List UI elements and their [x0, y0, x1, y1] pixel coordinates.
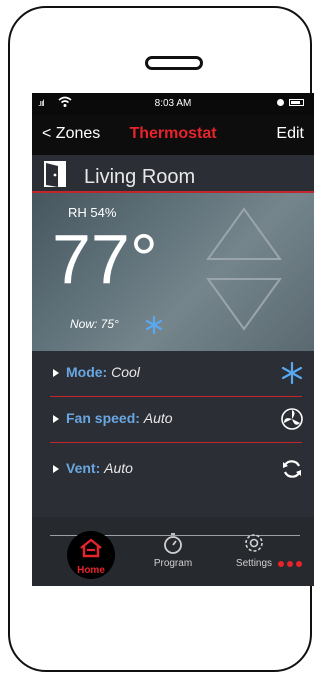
edit-button[interactable]: Edit — [276, 125, 304, 143]
vent-label: Vent: — [66, 460, 101, 476]
more-options-icon[interactable] — [277, 555, 303, 573]
decrease-temperature-button[interactable] — [204, 273, 284, 338]
tab-program[interactable]: Program — [149, 531, 197, 569]
humidity-reading: RH 54% — [68, 205, 117, 220]
tab-settings[interactable]: Settings — [228, 531, 280, 569]
fan-icon — [280, 407, 304, 436]
alarm-icon — [277, 99, 284, 106]
settings-list: Mode: Cool Fan speed: Auto Vent: Auto — [32, 351, 314, 517]
battery-icon — [289, 99, 304, 106]
vent-value: Auto — [104, 460, 133, 476]
door-icon — [42, 160, 68, 193]
home-icon — [78, 537, 104, 564]
back-button[interactable]: < Zones — [42, 125, 100, 143]
navigation-bar: < Zones Thermostat Edit — [32, 115, 314, 155]
row-divider — [50, 396, 302, 397]
room-name: Living Room — [84, 166, 196, 188]
status-bar: .ııl 8:03 AM — [32, 93, 314, 115]
current-temperature: Now: 75° — [70, 317, 119, 331]
fan-speed-value: Auto — [143, 410, 173, 426]
snowflake-icon — [280, 361, 304, 390]
stopwatch-icon — [161, 533, 185, 558]
back-label: Zones — [55, 125, 101, 142]
increase-temperature-button[interactable] — [204, 205, 284, 270]
tab-home-label: Home — [77, 565, 105, 576]
status-time: 8:03 AM — [154, 98, 192, 109]
gear-icon — [242, 534, 266, 558]
row-divider — [50, 442, 302, 443]
tab-program-label: Program — [153, 558, 193, 569]
tab-settings-label: Settings — [235, 558, 273, 569]
app-screen: .ııl 8:03 AM < Zones Thermostat Edit Liv… — [32, 93, 314, 586]
temperature-panel: RH 54% 77° Now: 75° — [32, 193, 314, 351]
mode-row[interactable]: Mode: Cool — [32, 355, 314, 393]
snowflake-icon — [145, 315, 163, 339]
fan-speed-row[interactable]: Fan speed: Auto — [32, 401, 314, 439]
setpoint-temperature: 77° — [52, 220, 158, 298]
refresh-icon — [280, 457, 304, 486]
fan-speed-label: Fan speed: — [66, 410, 140, 426]
expand-arrow-icon — [53, 465, 59, 473]
mode-label: Mode: — [66, 364, 108, 380]
expand-arrow-icon — [53, 369, 59, 377]
bottom-tab-bar: Home Program Settings — [32, 517, 314, 586]
speaker-slot — [145, 56, 203, 70]
vent-row[interactable]: Vent: Auto — [32, 451, 314, 489]
room-header: Living Room — [32, 155, 314, 193]
tab-home[interactable]: Home — [67, 531, 115, 579]
mode-value: Cool — [111, 364, 140, 380]
expand-arrow-icon — [53, 415, 59, 423]
